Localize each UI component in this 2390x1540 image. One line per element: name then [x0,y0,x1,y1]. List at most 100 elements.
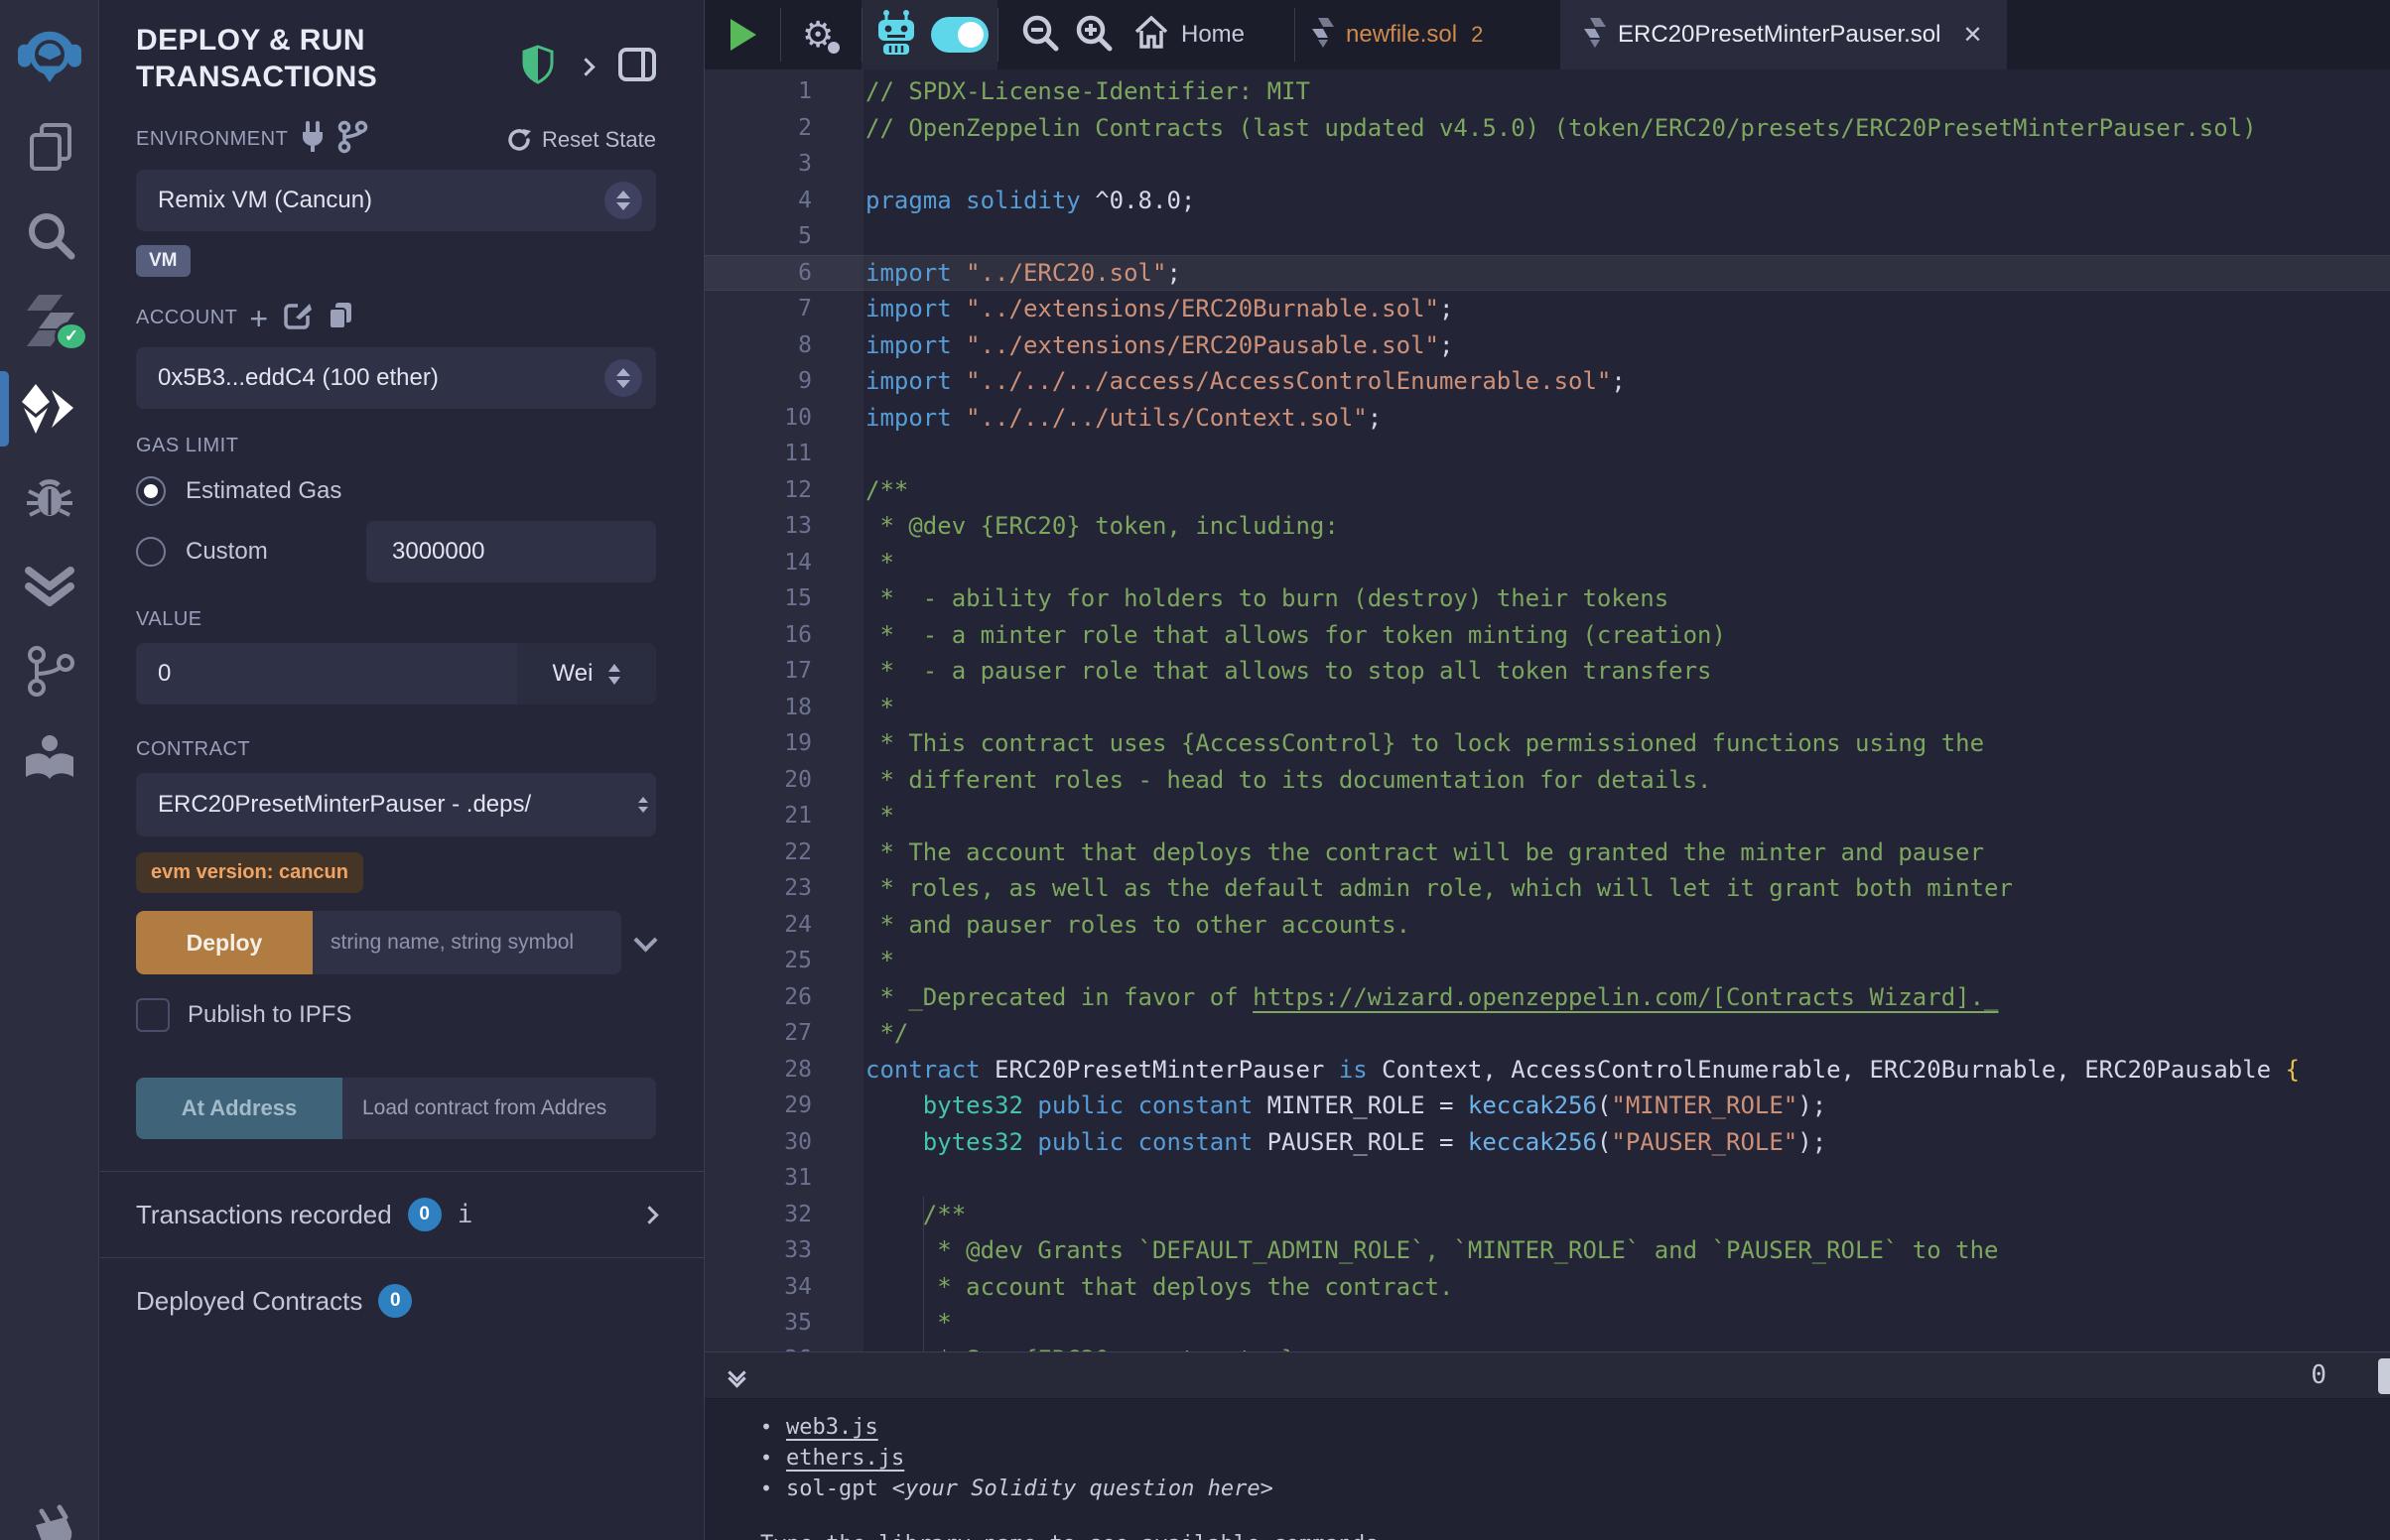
sidebar-item-debugger[interactable] [0,452,98,540]
plugin-manager-icon[interactable] [26,1511,75,1540]
publish-ipfs-checkbox[interactable] [136,998,170,1032]
sidebar-item-file-explorer[interactable] [0,103,98,191]
code-line[interactable]: 23 * roles, as well as the default admin… [705,870,2390,907]
script-config-button[interactable]: ⚙ [802,0,834,69]
sidebar-item-unit-testing[interactable] [0,540,98,627]
terminal-collapse-icon[interactable] [730,1366,743,1385]
custom-gas-radio[interactable] [136,537,166,567]
learneth-icon [22,733,77,783]
code-line[interactable]: 34 * account that deploys the contract. [705,1269,2390,1306]
zoom-in-button[interactable] [1074,0,1114,69]
at-address-input[interactable] [342,1078,656,1139]
code-line[interactable]: 17 * - a pauser role that allows to stop… [705,653,2390,690]
code-line[interactable]: 18 * [705,690,2390,726]
editor-area: ⚙ [705,0,2390,1540]
ai-toggle[interactable] [931,0,989,69]
terminal-list-item[interactable]: •ethers.js [760,1443,2390,1474]
code-line[interactable]: 27 */ [705,1015,2390,1052]
chevron-right-icon[interactable] [640,1206,658,1223]
code-line[interactable]: 30 bytes32 public constant PAUSER_ROLE =… [705,1124,2390,1161]
remix-ai-button[interactable] [875,0,917,69]
terminal-hint: Type the library name to see available c… [760,1530,2390,1540]
active-indicator [0,371,9,447]
code-line[interactable]: 25 * [705,943,2390,979]
code-line[interactable]: 13 * @dev {ERC20} token, including: [705,508,2390,545]
plus-icon[interactable]: + [249,309,268,328]
at-address-button[interactable]: At Address [136,1078,342,1139]
edit-icon[interactable] [284,302,312,334]
code-lines: 1// SPDX-License-Identifier: MIT2// Open… [705,73,2390,1351]
code-line[interactable]: 33 * @dev Grants `DEFAULT_ADMIN_ROLE`, `… [705,1232,2390,1269]
code-line[interactable]: 8import "../extensions/ERC20Pausable.sol… [705,327,2390,364]
code-line[interactable]: 16 * - a minter role that allows for tok… [705,617,2390,654]
environment-select[interactable]: Remix VM (Cancun) [136,170,656,231]
code-line[interactable]: 35 * [705,1305,2390,1342]
solidity-file-icon [1312,18,1334,53]
terminal-list-item[interactable]: •web3.js [760,1412,2390,1443]
terminal-output[interactable]: •web3.js•ethers.js•sol-gpt <your Solidit… [705,1400,2390,1540]
panel-columns-icon[interactable] [618,48,656,86]
code-line[interactable]: 15 * - ability for holders to burn (dest… [705,580,2390,617]
code-line[interactable]: 1// SPDX-License-Identifier: MIT [705,73,2390,110]
contract-select[interactable]: ERC20PresetMinterPauser - .deps/ [136,773,656,836]
plug-icon[interactable] [300,122,326,157]
terminal-scrollbar[interactable] [2378,1358,2390,1394]
code-line[interactable]: 31 [705,1160,2390,1197]
copy-icon[interactable] [328,301,353,335]
code-line[interactable]: 9import "../../../access/AccessControlEn… [705,363,2390,400]
tab-home[interactable]: Home [1133,0,1245,69]
code-line[interactable]: 4pragma solidity ^0.8.0; [705,183,2390,219]
ai-robot-icon [875,10,917,61]
chevron-down-icon[interactable] [633,928,657,952]
code-line[interactable]: 12/** [705,472,2390,509]
tab-erc20presetminterpauser[interactable]: ERC20PresetMinterPauser.sol ✕ [1560,0,2007,69]
terminal-bar[interactable]: 0 [705,1351,2390,1399]
custom-gas-input[interactable] [366,521,656,582]
sidebar-item-deploy-run[interactable] [0,365,98,452]
deployed-contracts-section: Deployed Contracts 0 [100,1257,704,1344]
code-line[interactable]: 2// OpenZeppelin Contracts (last updated… [705,110,2390,147]
deploy-button[interactable]: Deploy [136,911,313,974]
code-editor[interactable]: 1// SPDX-License-Identifier: MIT2// Open… [705,69,2390,1351]
code-line[interactable]: 22 * The account that deploys the contra… [705,834,2390,871]
expand-chevron-icon[interactable] [577,58,595,75]
shield-icon[interactable] [522,46,554,88]
code-line[interactable]: 32 /** [705,1197,2390,1233]
code-line[interactable]: 36 * See {ERC20-constructor}. [705,1342,2390,1352]
reset-state-button[interactable]: Reset State [506,127,656,153]
fork-icon[interactable] [337,121,367,158]
tab-newfile[interactable]: newfile.sol 2 [1312,0,1483,69]
code-line[interactable]: 19 * This contract uses {AccessControl} … [705,725,2390,762]
value-unit-select[interactable]: Wei [517,643,656,705]
sidebar-item-search[interactable] [0,191,98,278]
code-line[interactable]: 11 [705,436,2390,472]
code-line[interactable]: 20 * different roles - head to its docum… [705,762,2390,799]
close-icon[interactable]: ✕ [1962,21,1982,50]
code-line[interactable]: 21 * [705,798,2390,834]
code-line[interactable]: 3 [705,146,2390,183]
code-line[interactable]: 28contract ERC20PresetMinterPauser is Co… [705,1052,2390,1089]
run-script-button[interactable] [730,0,756,69]
sidebar-item-learneth[interactable] [0,714,98,802]
constructor-args-input[interactable] [313,911,621,974]
code-line[interactable]: 7import "../extensions/ERC20Burnable.sol… [705,291,2390,327]
sidebar-item-solidity-compiler[interactable]: ✓ [0,278,98,365]
value-input[interactable] [136,643,517,705]
code-line[interactable]: 5 [705,218,2390,255]
code-line[interactable]: 6import "../ERC20.sol"; [705,255,2390,292]
sidebar-item-git[interactable] [0,627,98,714]
transactions-count-badge: 0 [408,1198,442,1231]
gear-script-icon: ⚙ [802,14,834,56]
info-icon[interactable]: i [458,1200,473,1229]
transactions-recorded-section[interactable]: Transactions recorded 0 i [100,1171,704,1231]
zoom-out-button[interactable] [1020,0,1060,69]
code-line[interactable]: 29 bytes32 public constant MINTER_ROLE =… [705,1088,2390,1124]
code-line[interactable]: 10import "../../../utils/Context.sol"; [705,400,2390,437]
page-title: DEPLOY & RUN TRANSACTIONS [136,22,503,95]
code-line[interactable]: 26 * _Deprecated in favor of https://wiz… [705,979,2390,1016]
estimated-gas-radio[interactable] [136,476,166,506]
account-select[interactable]: 0x5B3...eddC4 (100 ether) [136,347,656,409]
code-line[interactable]: 14 * [705,545,2390,581]
code-line[interactable]: 24 * and pauser roles to other accounts. [705,907,2390,944]
toggle-on-icon [931,17,989,53]
